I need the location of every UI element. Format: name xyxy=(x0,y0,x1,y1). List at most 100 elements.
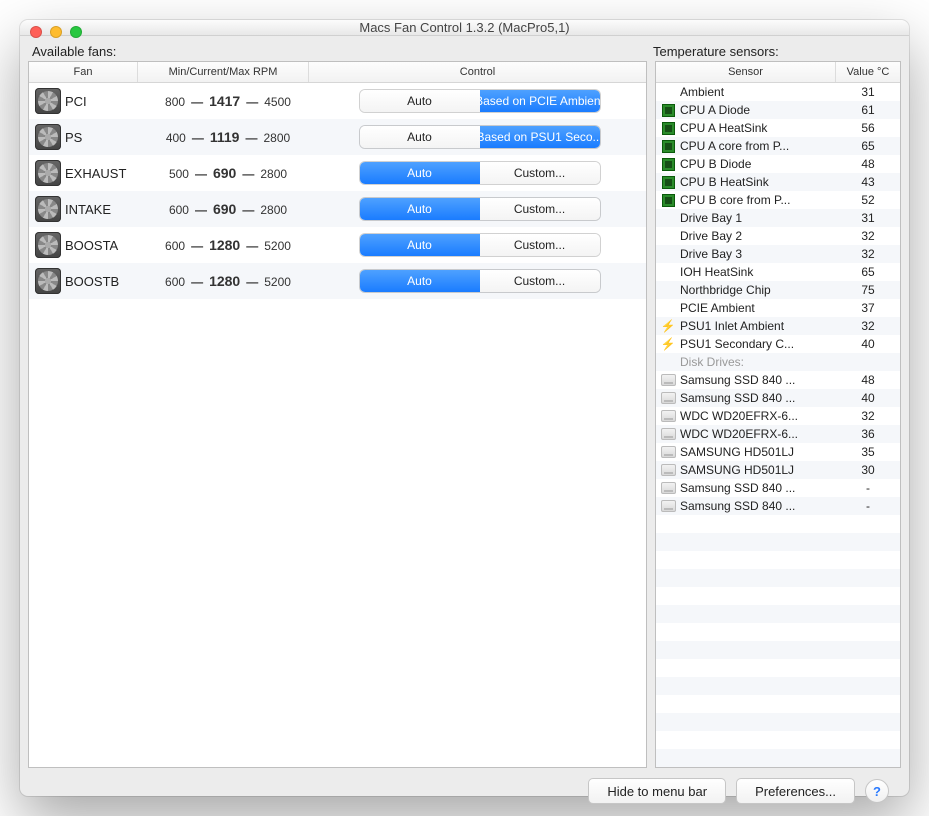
sensor-row[interactable]: SAMSUNG HD501LJ30 xyxy=(656,461,900,479)
drive-icon xyxy=(661,446,676,458)
empty-row xyxy=(656,569,900,587)
fan-control-custom-button[interactable]: Based on PSU1 Seco... xyxy=(480,126,600,148)
drive-icon xyxy=(661,410,676,422)
sensor-row[interactable]: CPU A HeatSink56 xyxy=(656,119,900,137)
sensor-row[interactable]: Samsung SSD 840 ...- xyxy=(656,479,900,497)
fan-control-custom-button[interactable]: Custom... xyxy=(480,234,600,256)
col-sensor[interactable]: Sensor xyxy=(656,62,836,82)
empty-row xyxy=(656,749,900,767)
sensor-name: CPU A core from P... xyxy=(680,139,836,153)
empty-row xyxy=(656,695,900,713)
fan-icon xyxy=(35,124,61,150)
sensor-row[interactable]: ⚡PSU1 Inlet Ambient32 xyxy=(656,317,900,335)
drive-icon-cell xyxy=(656,428,680,440)
empty-row xyxy=(656,551,900,569)
fan-control-custom-button[interactable]: Custom... xyxy=(480,270,600,292)
footer: Hide to menu bar Preferences... ? xyxy=(28,768,901,804)
sensor-row[interactable]: SAMSUNG HD501LJ35 xyxy=(656,443,900,461)
sensor-name: PCIE Ambient xyxy=(680,301,836,315)
sensor-row[interactable]: CPU B HeatSink43 xyxy=(656,173,900,191)
sensor-row[interactable]: Northbridge Chip75 xyxy=(656,281,900,299)
col-control[interactable]: Control xyxy=(309,62,646,82)
fan-control-custom-button[interactable]: Based on PCIE Ambient xyxy=(480,90,600,112)
drive-icon-cell xyxy=(656,464,680,476)
window-title: Macs Fan Control 1.3.2 (MacPro5,1) xyxy=(359,20,569,35)
chip-icon-cell xyxy=(656,158,680,171)
sensor-row[interactable]: CPU A Diode61 xyxy=(656,101,900,119)
sensor-row[interactable]: Samsung SSD 840 ...40 xyxy=(656,389,900,407)
fan-control-auto-button[interactable]: Auto xyxy=(360,234,480,256)
fan-name: PS xyxy=(65,130,82,145)
sensor-name: SAMSUNG HD501LJ xyxy=(680,445,836,459)
sensor-row[interactable]: Drive Bay 332 xyxy=(656,245,900,263)
sensor-row[interactable]: Ambient31 xyxy=(656,83,900,101)
drive-icon xyxy=(661,428,676,440)
drive-icon xyxy=(661,374,676,386)
sensor-name: Drive Bay 2 xyxy=(680,229,836,243)
help-button[interactable]: ? xyxy=(865,779,889,803)
fan-icon xyxy=(35,160,61,186)
fan-rpm: 600—1280—5200 xyxy=(143,237,313,253)
bolt-icon-cell: ⚡ xyxy=(656,338,680,350)
sensor-name: CPU B core from P... xyxy=(680,193,836,207)
sensor-value: 32 xyxy=(836,409,900,423)
col-value[interactable]: Value °C xyxy=(836,62,900,82)
fan-row[interactable]: BOOSTB600—1280—5200AutoCustom... xyxy=(29,263,646,299)
sensor-row[interactable]: Samsung SSD 840 ...- xyxy=(656,497,900,515)
sensor-row[interactable]: ⚡PSU1 Secondary C...40 xyxy=(656,335,900,353)
fan-icon xyxy=(35,88,61,114)
sensor-value: 32 xyxy=(836,319,900,333)
sensor-value: 52 xyxy=(836,193,900,207)
traffic-lights xyxy=(30,26,82,38)
minimize-icon[interactable] xyxy=(50,26,62,38)
fans-table-header: Fan Min/Current/Max RPM Control xyxy=(29,62,646,83)
preferences-button[interactable]: Preferences... xyxy=(736,778,855,804)
fan-control-auto-button[interactable]: Auto xyxy=(360,126,480,148)
fan-row[interactable]: BOOSTA600—1280—5200AutoCustom... xyxy=(29,227,646,263)
sensor-value: - xyxy=(836,499,900,513)
fan-rpm: 600—690—2800 xyxy=(143,201,313,217)
drive-icon xyxy=(661,392,676,404)
sensor-name: PSU1 Inlet Ambient xyxy=(680,319,836,333)
col-rpm[interactable]: Min/Current/Max RPM xyxy=(138,62,309,82)
col-fan[interactable]: Fan xyxy=(29,62,138,82)
sensor-value: 35 xyxy=(836,445,900,459)
chip-icon xyxy=(662,104,675,117)
fan-control-auto-button[interactable]: Auto xyxy=(360,162,480,184)
sensor-value: 40 xyxy=(836,337,900,351)
fan-row[interactable]: PCI800—1417—4500AutoBased on PCIE Ambien… xyxy=(29,83,646,119)
sensor-row[interactable]: PCIE Ambient37 xyxy=(656,299,900,317)
zoom-icon[interactable] xyxy=(70,26,82,38)
close-icon[interactable] xyxy=(30,26,42,38)
sensor-row[interactable]: Drive Bay 232 xyxy=(656,227,900,245)
empty-row xyxy=(656,587,900,605)
fan-control-auto-button[interactable]: Auto xyxy=(360,90,480,112)
sensor-name: CPU B HeatSink xyxy=(680,175,836,189)
fan-control-auto-button[interactable]: Auto xyxy=(360,198,480,220)
sensors-section-header: Disk Drives: xyxy=(656,353,900,371)
fan-row[interactable]: INTAKE600—690—2800AutoCustom... xyxy=(29,191,646,227)
sensor-row[interactable]: Samsung SSD 840 ...48 xyxy=(656,371,900,389)
hide-to-menu-bar-button[interactable]: Hide to menu bar xyxy=(588,778,726,804)
empty-row xyxy=(656,641,900,659)
fan-row[interactable]: EXHAUST500—690—2800AutoCustom... xyxy=(29,155,646,191)
sensor-row[interactable]: CPU A core from P...65 xyxy=(656,137,900,155)
sensor-name: Samsung SSD 840 ... xyxy=(680,481,836,495)
bolt-icon-cell: ⚡ xyxy=(656,320,680,332)
fan-control-custom-button[interactable]: Custom... xyxy=(480,162,600,184)
fan-control-custom-button[interactable]: Custom... xyxy=(480,198,600,220)
fan-rpm: 400—1119—2800 xyxy=(143,129,313,145)
fan-rpm: 800—1417—4500 xyxy=(143,93,313,109)
sensor-name: CPU A HeatSink xyxy=(680,121,836,135)
sensor-name: WDC WD20EFRX-6... xyxy=(680,427,836,441)
sensor-row[interactable]: CPU B Diode48 xyxy=(656,155,900,173)
fan-control-auto-button[interactable]: Auto xyxy=(360,270,480,292)
fan-row[interactable]: PS 400—1119—2800 AutoBased on PSU1 Seco... xyxy=(29,119,646,155)
sensor-row[interactable]: Drive Bay 131 xyxy=(656,209,900,227)
sensor-row[interactable]: IOH HeatSink65 xyxy=(656,263,900,281)
fans-table-body: PCI800—1417—4500AutoBased on PCIE Ambien… xyxy=(29,83,646,767)
sensor-row[interactable]: WDC WD20EFRX-6...32 xyxy=(656,407,900,425)
sensor-row[interactable]: CPU B core from P...52 xyxy=(656,191,900,209)
sensor-row[interactable]: WDC WD20EFRX-6...36 xyxy=(656,425,900,443)
sensor-value: 31 xyxy=(836,85,900,99)
